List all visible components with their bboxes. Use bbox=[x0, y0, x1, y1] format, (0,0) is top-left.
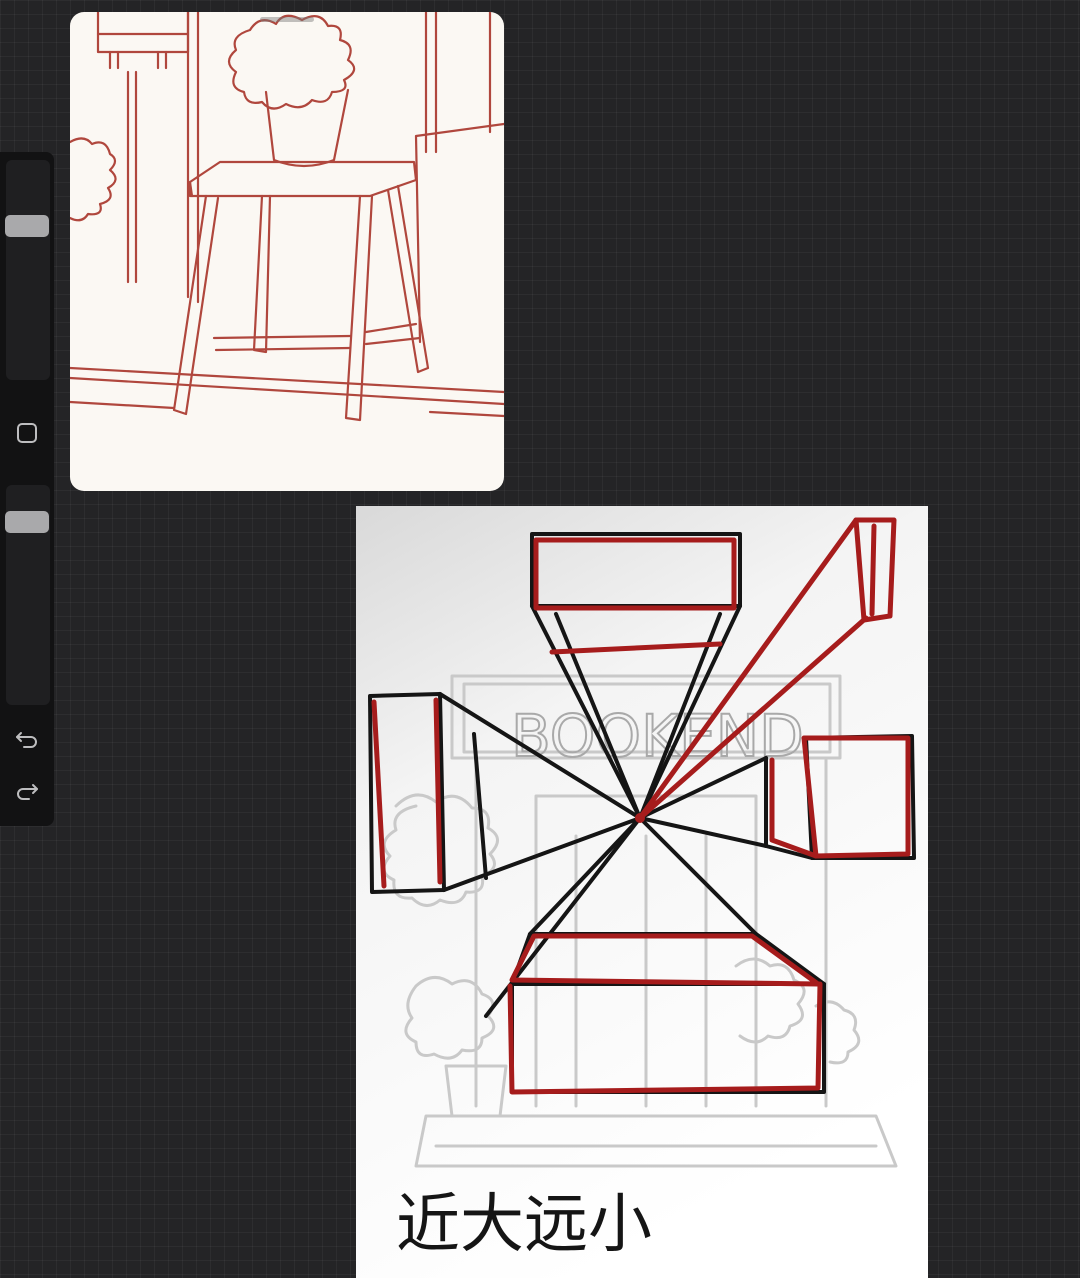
undo-icon bbox=[16, 732, 37, 748]
vanishing-point bbox=[635, 813, 645, 823]
drawing-canvas[interactable]: BOOKEND 近大远小 bbox=[356, 506, 928, 1278]
modify-button[interactable] bbox=[13, 419, 41, 447]
brush-size-thumb[interactable] bbox=[5, 215, 49, 237]
redo-icon bbox=[17, 784, 38, 800]
reference-image bbox=[70, 12, 504, 422]
reference-window[interactable] bbox=[70, 12, 504, 491]
brush-size-slider[interactable] bbox=[6, 160, 50, 380]
caption-text: 近大远小 bbox=[396, 1188, 652, 1262]
undo-button[interactable] bbox=[9, 720, 45, 756]
opacity-thumb[interactable] bbox=[5, 511, 49, 533]
redo-button[interactable] bbox=[9, 774, 45, 810]
square-icon bbox=[17, 423, 37, 443]
reference-drag-handle[interactable] bbox=[260, 17, 314, 22]
perspective-sketch: BOOKEND 近大远小 bbox=[356, 506, 928, 1278]
sidebar-toolbar bbox=[0, 152, 54, 826]
